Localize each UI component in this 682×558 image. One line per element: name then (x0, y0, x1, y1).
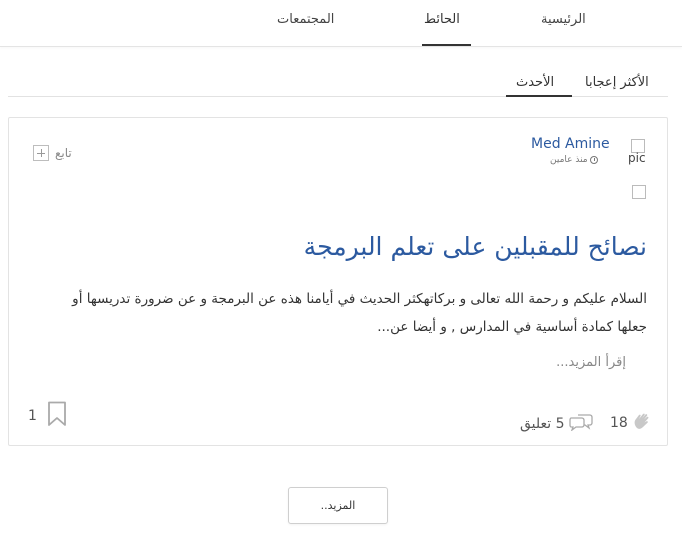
chat-bubbles-icon (568, 413, 593, 435)
post-excerpt: السلام عليكم و رحمة الله تعالى و بركاتهك… (72, 291, 647, 335)
nav-item-home[interactable]: الرئيسية (541, 12, 586, 27)
sort-tab-most-liked[interactable]: الأكثر إعجابا (585, 75, 649, 90)
bookmark: 1 (28, 401, 67, 431)
post-title[interactable]: نصائح للمقبلين على تعلم البرمجة (47, 232, 647, 261)
post-time: منذ عامين (550, 155, 598, 165)
plus-square-icon (33, 144, 49, 161)
bookmark-icon[interactable] (47, 401, 67, 431)
post-card (8, 117, 668, 446)
clock-icon (589, 156, 598, 164)
load-more-button[interactable]: المزيد.. (288, 487, 388, 524)
author-name[interactable]: Med Amine (531, 136, 610, 152)
nav-item-wall[interactable]: الحائط (424, 12, 460, 27)
comments-count-text: 5 تعليق (520, 416, 565, 432)
sort-tab-latest[interactable]: الأحدث (516, 75, 554, 90)
likes: 18 (610, 411, 652, 435)
likes-count: 18 (610, 415, 628, 431)
comments[interactable]: 5 تعليق (520, 413, 593, 435)
clap-icon[interactable] (632, 411, 652, 435)
nav-item-communities[interactable]: المجتمعات (277, 12, 334, 27)
follow-label: تابع (55, 145, 72, 160)
post-time-text: منذ عامين (550, 155, 588, 165)
avatar[interactable]: pic (628, 139, 650, 171)
avatar-alt-text: pic (628, 151, 646, 165)
sort-active-indicator (506, 95, 572, 97)
top-navigation: الرئيسية الحائط المجتمعات (0, 0, 682, 47)
bookmark-count: 1 (28, 408, 37, 424)
post-image-broken-icon (632, 185, 646, 199)
follow-button[interactable]: تابع (33, 144, 72, 161)
read-more-link[interactable]: إقرأ المزيد... (556, 355, 626, 370)
nav-active-indicator (422, 44, 471, 46)
